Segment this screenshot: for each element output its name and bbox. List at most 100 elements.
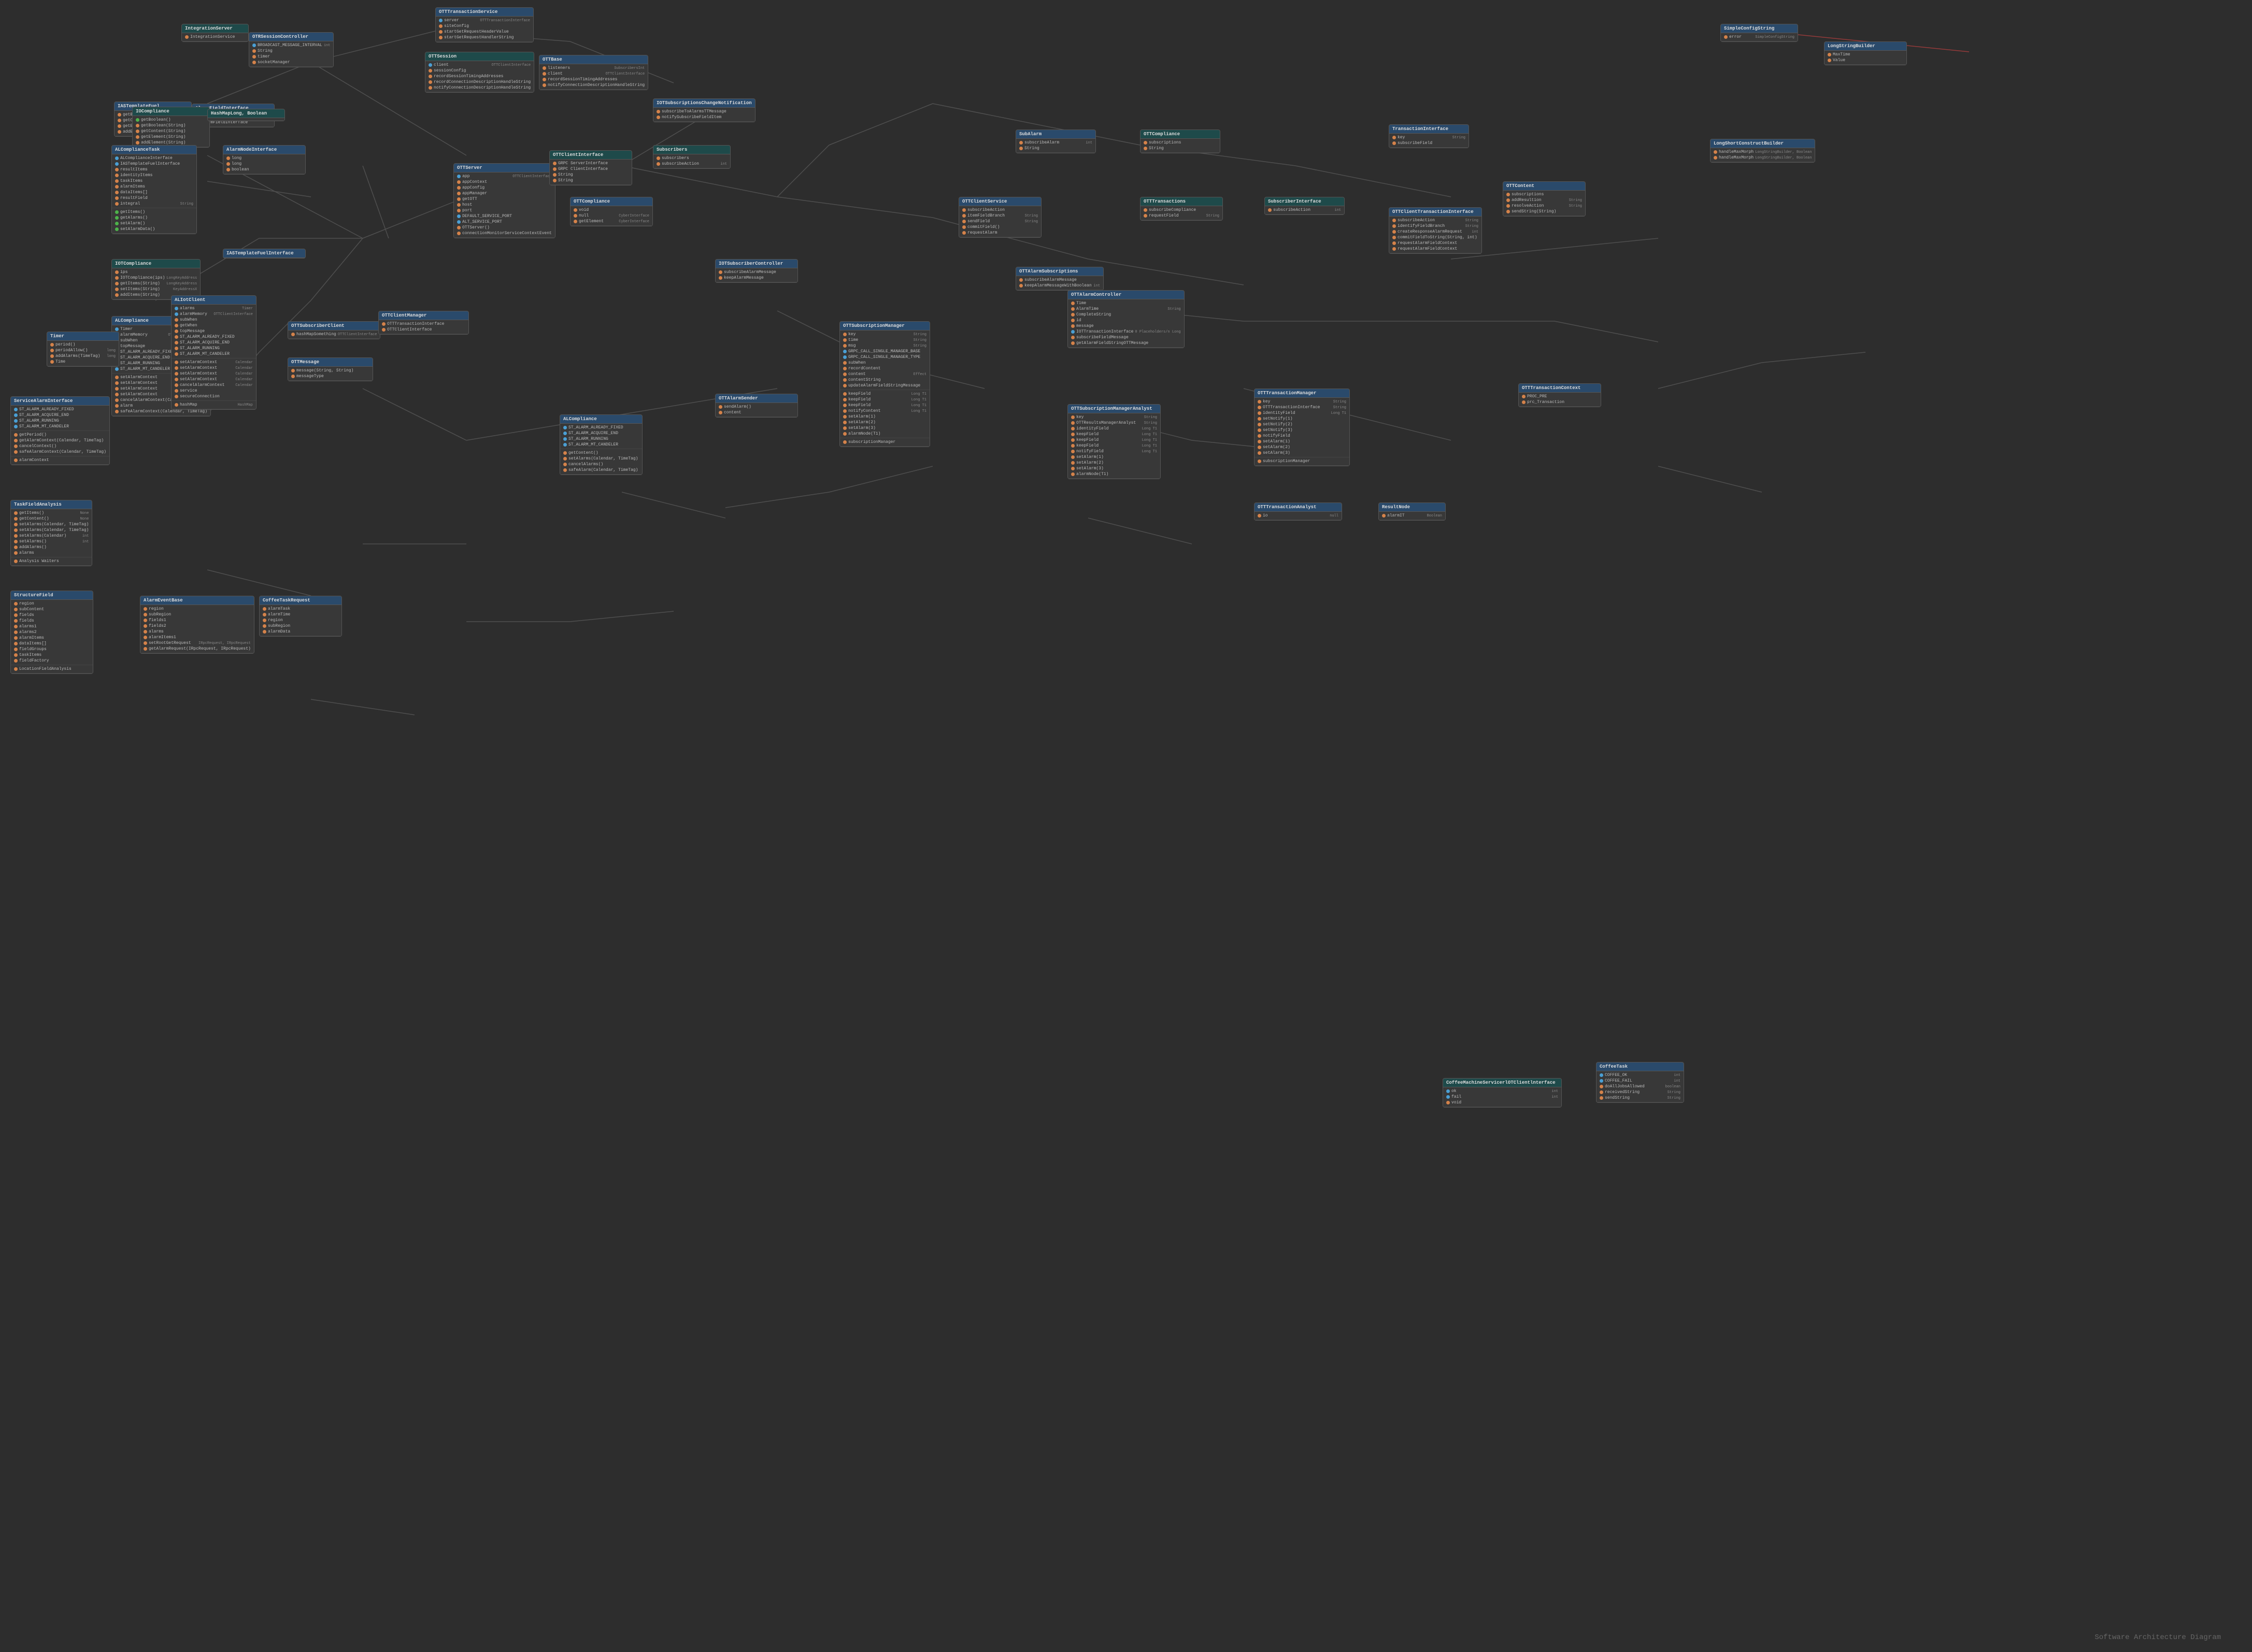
node-iot-subs-controller[interactable]: IOTSubscriberController subscribeAlarmMe… — [715, 259, 798, 283]
node-header: CoffeeTask — [1597, 1062, 1684, 1071]
node-ott-transaction-service[interactable]: OTTTransactionService serverOTTTransacti… — [435, 7, 534, 42]
node-header: CoffeeMachineServicerlOTClientlnterface — [1443, 1079, 1561, 1087]
node-header: OTTMessage — [288, 358, 373, 367]
node-header: IASTemplateFuelInterface — [223, 249, 305, 258]
node-service-alarm-interface[interactable]: ServiceAlarmInterface ST_ALARM_ALREADY_F… — [10, 396, 110, 465]
node-coffee-machine-servicer[interactable]: CoffeeMachineServicerlOTClientlnterface … — [1443, 1078, 1562, 1108]
node-ott-session[interactable]: OTTSession clientOTTClientInterface sess… — [425, 52, 534, 93]
node-header: OTTClientTransactionInterface — [1389, 208, 1481, 217]
node-header: OTTCompliance — [1141, 130, 1220, 139]
node-ott-base[interactable]: OTTBase listenersSubscribersInt clientOT… — [539, 55, 648, 90]
connection-lines — [0, 0, 2252, 1652]
node-header: IOTCompliance — [112, 260, 200, 268]
node-header: OTTClientManager — [379, 311, 468, 320]
node-header: TransactionInterface — [1389, 125, 1469, 134]
node-context[interactable]: OTTTransactionContext PROC_PRE prc_Trans… — [1518, 383, 1601, 407]
node-header: OTTAlarmSender — [716, 394, 797, 403]
node-result-node[interactable]: ResultNode alarmITBoolean — [1378, 502, 1446, 521]
node-header: OTTAlarmSubscriptions — [1016, 267, 1103, 276]
node-header: OTTContent — [1503, 182, 1585, 191]
node-timer[interactable]: Timer period() periodAllow()long addAlar… — [47, 332, 119, 367]
node-alarm-event-base[interactable]: AlarmEventBase region subRegion fields1 … — [140, 596, 254, 654]
node-ott-message[interactable]: OTTMessage message(String, String) messa… — [288, 357, 373, 381]
node-header: ALCompliance — [560, 415, 642, 424]
node-header: Subscribers — [653, 146, 730, 154]
node-transaction-interface[interactable]: TransactionInterface keyString subscribe… — [1389, 124, 1469, 148]
node-header: TaskFieldAnalysis — [11, 500, 92, 509]
node-header: AlarmEventBase — [140, 596, 254, 605]
node-header: IOTSubscriptionsChangeNotification — [653, 99, 755, 108]
node-header: SimpleConfigString — [1721, 24, 1798, 33]
node-integration-server[interactable]: IntegrationServer IntegrationService — [181, 24, 249, 42]
node-header: OTTCompliance — [571, 197, 652, 206]
node-subscriber-interface[interactable]: SubscriberInterface subscribeActionint — [1264, 197, 1345, 215]
node-ott-alarm-subscriptions[interactable]: OTTAlarmSubscriptions subscribeAlarmMess… — [1016, 267, 1104, 291]
node-al-iot-client[interactable]: ALIotClient alarmsTimer alarmMemoryOTTCl… — [171, 295, 256, 410]
node-ott-compliance[interactable]: OTTCompliance void nullCyberInterface ge… — [570, 197, 653, 226]
field-ok: ok — [1451, 1089, 1457, 1094]
node-header: AlarmNodeInterface — [223, 146, 305, 154]
node-otr-session-controller[interactable]: OTRSessionController BROADCAST_MESSAGE_I… — [249, 32, 334, 67]
node-mid-right-2[interactable]: OTTTransactions subscribeCompliance requ… — [1140, 197, 1223, 221]
node-header: IntegrationServer — [182, 24, 248, 33]
node-structure-field[interactable]: StructureField region subContent fields … — [10, 591, 93, 674]
node-ott-transaction-manager-2[interactable]: OTTClientTransactionInterface subscribeA… — [1389, 207, 1482, 254]
node-alarm-node-interface[interactable]: AlarmNodeInterface long long boolean — [223, 145, 306, 175]
node-mid-right-1[interactable]: OTTClientService subscribeAction itemFie… — [959, 197, 1042, 238]
node-ott-compliance-2[interactable]: OTTCompliance subscriptions String — [1140, 130, 1220, 153]
node-header: IOTSubscriberController — [716, 260, 797, 268]
node-ott-subscriptions[interactable]: IOTSubscriptionsChangeNotification subsc… — [653, 98, 756, 122]
node-header: SubscriberInterface — [1265, 197, 1344, 206]
node-al-compliance-task[interactable]: ALComplianceTask ALComplianceInterface I… — [111, 145, 197, 234]
node-header: CoffeeTaskRequest — [260, 596, 341, 605]
node-ott-subscription-manager-analyst[interactable]: OTTSubscriptionManagerAnalyst keyString … — [1067, 404, 1161, 479]
node-header: ServiceAlarmInterface — [11, 397, 109, 406]
node-sub-alarm[interactable]: SubAlarm subscribeAlarmint String — [1016, 130, 1096, 153]
node-header: OTTSubscriptionManagerAnalyst — [1068, 405, 1160, 413]
node-subscribers[interactable]: Subscribers subscribers subscribeActioni… — [653, 145, 731, 169]
node-header: OTTSession — [425, 52, 534, 61]
node-iot-compliance[interactable]: IOTCompliance ips IOTCompliance(ips)Long… — [111, 259, 201, 300]
node-ott-subscriber-client[interactable]: OTTSubscriberClient hashMapSomethingOTTC… — [288, 321, 380, 339]
node-header: ALComplianceTask — [112, 146, 196, 154]
node-header: OTTTransactionManager — [1255, 389, 1349, 398]
node-header: OTTTransactionService — [436, 8, 533, 17]
node-header: OTTTransactionAnalyst — [1255, 503, 1342, 512]
node-header: LongShortConstructBuilder — [1711, 139, 1815, 148]
node-ott-client-manager[interactable]: OTTClientManager OTTTransactionInterface… — [378, 311, 469, 335]
node-header: OTTClientService — [959, 197, 1041, 206]
node-long-short-builder[interactable]: LongShortConstructBuilder handleMaxMorph… — [1710, 139, 1815, 163]
field-void: void — [1451, 1100, 1461, 1105]
node-header: OTTTransactionContext — [1519, 384, 1601, 393]
node-header: OTRSessionController — [249, 33, 333, 41]
node-header: ResultNode — [1379, 503, 1445, 512]
node-ott-subscription-manager[interactable]: OTTSubscriptionManager keyString timeStr… — [839, 321, 930, 447]
diagram-legend: Software Architecture Diagram — [2094, 1633, 2221, 1642]
node-simple-config-string[interactable]: SimpleConfigString errorSimpleConfigStri… — [1720, 24, 1798, 42]
node-header: Timer — [47, 332, 119, 341]
node-header: OTTBase — [539, 55, 648, 64]
node-header: OTTServer — [454, 164, 555, 173]
node-hashmap-along[interactable]: HashMapLong, Boolean — [207, 109, 285, 121]
node-coffee-task-request[interactable]: CoffeeTaskRequest alarmTask alarmTime re… — [259, 596, 342, 637]
node-io-compliance[interactable]: IOCompliance getBoolean() getBoolean(Str… — [132, 107, 210, 148]
node-header: IOCompliance — [133, 107, 209, 116]
node-ias-template-fuel-interface[interactable]: IASTemplateFuelInterface — [223, 249, 306, 258]
node-ott-alarm-sender[interactable]: OTTAlarmSender sendAlarm() content — [715, 394, 798, 418]
node-ott-transaction-manager[interactable]: OTTTransactionManager keyString OTTTrans… — [1254, 389, 1350, 466]
node-task-field-analysis[interactable]: TaskFieldAnalysis getItems()None getCont… — [10, 500, 92, 566]
field-fail: fail — [1451, 1095, 1461, 1099]
node-header: StructureField — [11, 591, 93, 600]
node-ott-alarm-controller[interactable]: OTTAlarmController Time AlarmTimeString … — [1067, 290, 1185, 348]
node-ott-transaction-analyst[interactable]: OTTTransactionAnalyst ionull — [1254, 502, 1342, 521]
node-ott-content[interactable]: OTTContent subscriptions addResultionStr… — [1503, 181, 1586, 217]
node-header: OTTClientInterface — [550, 151, 632, 160]
node-header: OTTAlarmController — [1068, 291, 1184, 299]
node-large-structure[interactable]: ALCompliance ST_ALARM_ALREADY_FIXED ST_A… — [560, 414, 643, 475]
node-header: OTTSubscriberClient — [288, 322, 380, 331]
node-ott-central[interactable]: OTTServer appOTTClientInterface appConte… — [453, 163, 555, 238]
node-ott-client-interface[interactable]: OTTClientInterface GRPC ServerInterface … — [549, 150, 632, 185]
node-long-string-builder[interactable]: LongStringBuilder MaxTime Value — [1824, 41, 1907, 65]
node-coffee-task[interactable]: CoffeeTask COFFEE_OKint COFFEE_FAILint d… — [1596, 1062, 1684, 1103]
node-header: OTTSubscriptionManager — [840, 322, 930, 331]
